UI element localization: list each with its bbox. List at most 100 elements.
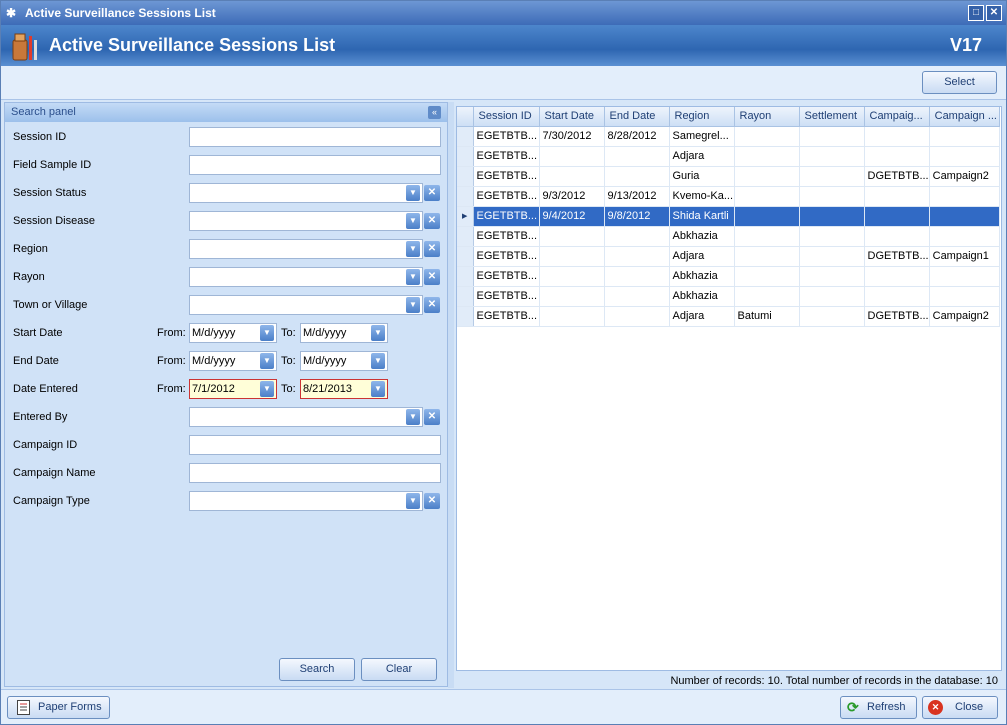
- close-button[interactable]: ✕ Close: [922, 696, 998, 719]
- refresh-button[interactable]: ⟳ Refresh: [840, 696, 917, 719]
- entered-by-select[interactable]: ▼: [189, 407, 423, 427]
- column-header[interactable]: Campaign ...: [929, 107, 1000, 127]
- table-cell[interactable]: Adjara: [669, 246, 735, 267]
- clear-x-icon[interactable]: ✕: [424, 493, 440, 509]
- table-cell[interactable]: [734, 186, 800, 207]
- table-cell[interactable]: EGETBTB...: [473, 206, 540, 227]
- table-cell[interactable]: 9/13/2012: [604, 186, 670, 207]
- table-cell[interactable]: EGETBTB...: [473, 166, 540, 187]
- row-indicator[interactable]: [457, 306, 474, 327]
- table-cell[interactable]: [929, 226, 1000, 247]
- table-cell[interactable]: Abkhazia: [669, 226, 735, 247]
- table-cell[interactable]: EGETBTB...: [473, 286, 540, 307]
- clear-x-icon[interactable]: ✕: [424, 185, 440, 201]
- end-date-from-input[interactable]: M/d/yyyy ▼: [189, 351, 277, 371]
- table-cell[interactable]: [799, 206, 865, 227]
- search-button[interactable]: Search: [279, 658, 355, 681]
- table-cell[interactable]: 8/28/2012: [604, 126, 670, 147]
- table-row[interactable]: EGETBTB... 9/3/2012 9/13/2012 Kvemo-Ka...: [457, 186, 1000, 207]
- table-cell[interactable]: [864, 286, 930, 307]
- clear-x-icon[interactable]: ✕: [424, 213, 440, 229]
- table-cell[interactable]: Kvemo-Ka...: [669, 186, 735, 207]
- session-status-select[interactable]: ▼: [189, 183, 423, 203]
- chevron-down-icon[interactable]: ▼: [406, 493, 420, 509]
- table-row[interactable]: EGETBTB... Adjara Batumi DGETBTB... Campaign…: [457, 306, 1000, 327]
- table-cell[interactable]: [604, 266, 670, 287]
- table-cell[interactable]: [864, 226, 930, 247]
- row-indicator[interactable]: [457, 186, 474, 207]
- table-cell[interactable]: Adjara: [669, 306, 735, 327]
- chevron-down-icon[interactable]: ▼: [406, 213, 420, 229]
- table-cell[interactable]: [799, 266, 865, 287]
- start-date-to-input[interactable]: M/d/yyyy ▼: [300, 323, 388, 343]
- table-cell[interactable]: EGETBTB...: [473, 146, 540, 167]
- table-cell[interactable]: [734, 246, 800, 267]
- table-cell[interactable]: [929, 266, 1000, 287]
- table-cell[interactable]: [539, 306, 605, 327]
- column-header[interactable]: Settlement: [799, 107, 865, 127]
- table-row[interactable]: EGETBTB... Adjara DGETBTB... Campaign1: [457, 246, 1000, 267]
- row-indicator[interactable]: [457, 146, 474, 167]
- date-entered-to-input[interactable]: 8/21/2013 ▼: [300, 379, 388, 399]
- table-cell[interactable]: [799, 186, 865, 207]
- table-cell[interactable]: [539, 146, 605, 167]
- row-indicator[interactable]: [457, 246, 474, 267]
- table-cell[interactable]: EGETBTB...: [473, 266, 540, 287]
- table-cell[interactable]: DGETBTB...: [864, 306, 930, 327]
- close-window-button[interactable]: ✕: [986, 5, 1002, 21]
- table-cell[interactable]: [734, 166, 800, 187]
- table-cell[interactable]: [799, 246, 865, 267]
- table-cell[interactable]: 9/4/2012: [539, 206, 605, 227]
- table-cell[interactable]: [799, 306, 865, 327]
- clear-x-icon[interactable]: ✕: [424, 297, 440, 313]
- clear-button[interactable]: Clear: [361, 658, 437, 681]
- session-id-input[interactable]: [189, 127, 441, 147]
- table-cell[interactable]: [539, 226, 605, 247]
- table-cell[interactable]: [539, 266, 605, 287]
- table-cell[interactable]: EGETBTB...: [473, 306, 540, 327]
- table-cell[interactable]: Campaign2: [929, 306, 1000, 327]
- table-cell[interactable]: 9/3/2012: [539, 186, 605, 207]
- table-cell[interactable]: Abkhazia: [669, 286, 735, 307]
- table-cell[interactable]: [799, 286, 865, 307]
- table-cell[interactable]: [864, 126, 930, 147]
- table-cell[interactable]: [799, 166, 865, 187]
- maximize-button[interactable]: □: [968, 5, 984, 21]
- chevron-down-icon[interactable]: ▼: [406, 241, 420, 257]
- calendar-dropdown-icon[interactable]: ▼: [371, 325, 385, 341]
- table-cell[interactable]: [604, 306, 670, 327]
- calendar-dropdown-icon[interactable]: ▼: [260, 381, 274, 397]
- row-indicator[interactable]: [457, 226, 474, 247]
- table-row[interactable]: EGETBTB... 7/30/2012 8/28/2012 Samegrel...: [457, 126, 1000, 147]
- table-cell[interactable]: [929, 126, 1000, 147]
- table-cell[interactable]: [864, 266, 930, 287]
- chevron-down-icon[interactable]: ▼: [406, 185, 420, 201]
- table-row[interactable]: EGETBTB... Abkhazia: [457, 266, 1000, 287]
- table-cell[interactable]: DGETBTB...: [864, 246, 930, 267]
- table-cell[interactable]: [539, 166, 605, 187]
- table-cell[interactable]: Samegrel...: [669, 126, 735, 147]
- table-cell[interactable]: EGETBTB...: [473, 246, 540, 267]
- column-header[interactable]: End Date: [604, 107, 670, 127]
- table-row[interactable]: ▶ EGETBTB... 9/4/2012 9/8/2012 Shida Kartli: [457, 206, 1000, 227]
- chevron-down-icon[interactable]: ▼: [406, 297, 420, 313]
- table-cell[interactable]: [929, 286, 1000, 307]
- table-cell[interactable]: EGETBTB...: [473, 226, 540, 247]
- table-cell[interactable]: Abkhazia: [669, 266, 735, 287]
- campaign-id-input[interactable]: [189, 435, 441, 455]
- table-cell[interactable]: [604, 246, 670, 267]
- paper-forms-button[interactable]: Paper Forms: [7, 696, 110, 719]
- table-cell[interactable]: [734, 286, 800, 307]
- row-indicator[interactable]: [457, 286, 474, 307]
- row-pointer-icon[interactable]: ▶: [457, 206, 474, 227]
- table-cell[interactable]: [799, 226, 865, 247]
- table-cell[interactable]: Campaign2: [929, 166, 1000, 187]
- session-disease-select[interactable]: ▼: [189, 211, 423, 231]
- table-row[interactable]: EGETBTB... Guria DGETBTB... Campaign2: [457, 166, 1000, 187]
- table-cell[interactable]: EGETBTB...: [473, 126, 540, 147]
- column-header[interactable]: Rayon: [734, 107, 800, 127]
- table-cell[interactable]: [734, 266, 800, 287]
- table-cell[interactable]: [864, 206, 930, 227]
- campaign-name-input[interactable]: [189, 463, 441, 483]
- table-row[interactable]: EGETBTB... Abkhazia: [457, 226, 1000, 247]
